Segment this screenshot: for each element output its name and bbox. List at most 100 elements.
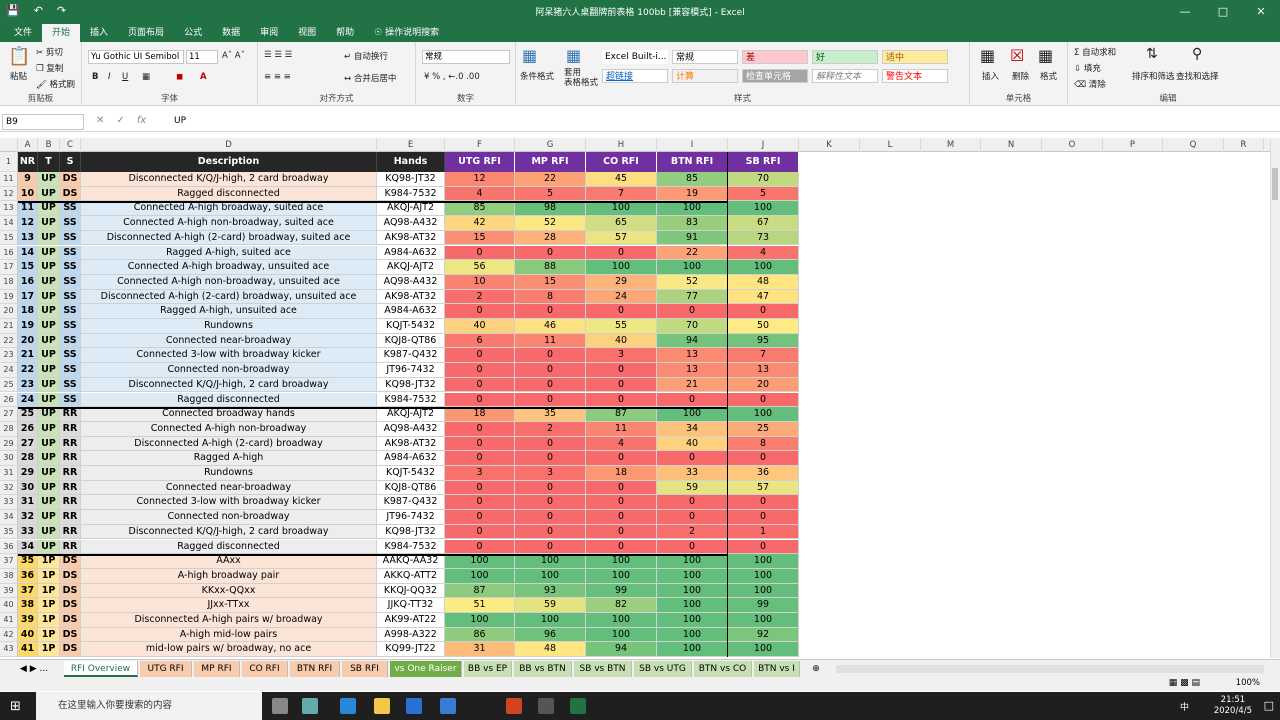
- font-name-select[interactable]: Yu Gothic UI Semibol: [88, 50, 184, 64]
- description-cell[interactable]: Disconnected A-high pairs w/ broadway: [81, 613, 377, 628]
- rfi-value-cell[interactable]: 100: [657, 598, 728, 613]
- hands-cell[interactable]: K984-7532: [377, 539, 445, 555]
- description-cell[interactable]: Disconnected A-high (2-card) broadway, s…: [81, 230, 377, 246]
- nr-cell[interactable]: 16: [18, 274, 38, 290]
- description-cell[interactable]: Connected A-high non-broadway: [81, 421, 377, 437]
- nr-cell[interactable]: 29: [18, 466, 38, 481]
- nr-cell[interactable]: 19: [18, 319, 38, 334]
- wrap-text-button[interactable]: ↵ 自动换行: [344, 50, 388, 62]
- type-cell[interactable]: UP: [38, 274, 60, 290]
- rfi-value-cell[interactable]: 0: [515, 451, 586, 466]
- suit-cell[interactable]: RR: [60, 539, 81, 555]
- row-header[interactable]: 41: [0, 613, 18, 628]
- rfi-value-cell[interactable]: 100: [657, 260, 728, 275]
- task-view-icon[interactable]: [272, 698, 288, 714]
- row-header[interactable]: 18: [0, 274, 18, 290]
- rfi-value-cell[interactable]: 85: [657, 172, 728, 187]
- windows-start-icon[interactable]: ⊞: [10, 699, 21, 714]
- hands-cell[interactable]: AK98-AT32: [377, 230, 445, 246]
- suit-cell[interactable]: SS: [60, 377, 81, 393]
- edge-icon[interactable]: [340, 698, 356, 714]
- rfi-value-cell[interactable]: 56: [445, 260, 515, 275]
- description-cell[interactable]: Connected A-high non-broadway, suited ac…: [81, 216, 377, 231]
- nr-cell[interactable]: 20: [18, 333, 38, 349]
- rfi-value-cell[interactable]: 100: [586, 554, 657, 569]
- delete-cells-button[interactable]: 删除: [1012, 70, 1029, 82]
- hands-cell[interactable]: AQ98-A432: [377, 274, 445, 290]
- rfi-value-cell[interactable]: 100: [657, 201, 728, 217]
- rfi-value-cell[interactable]: 2: [445, 289, 515, 305]
- type-cell[interactable]: UP: [38, 451, 60, 466]
- hands-cell[interactable]: JT96-7432: [377, 363, 445, 378]
- nr-cell[interactable]: 17: [18, 289, 38, 305]
- nr-cell[interactable]: 32: [18, 510, 38, 525]
- hands-cell[interactable]: AQ98-A432: [377, 421, 445, 437]
- style-4[interactable]: 适中: [882, 50, 948, 64]
- rfi-value-cell[interactable]: 100: [657, 554, 728, 569]
- rfi-value-cell[interactable]: 40: [445, 319, 515, 334]
- rfi-value-cell[interactable]: 10: [445, 274, 515, 290]
- rfi-value-cell[interactable]: 57: [586, 230, 657, 246]
- app2-icon[interactable]: [538, 698, 554, 714]
- type-cell[interactable]: 1P: [38, 554, 60, 569]
- sheet-tab-8[interactable]: BB vs BTN: [514, 661, 572, 677]
- hands-cell[interactable]: AK99-AT22: [377, 613, 445, 628]
- style-6[interactable]: 计算: [672, 69, 738, 83]
- rfi-value-cell[interactable]: 91: [657, 230, 728, 246]
- merge-center-button[interactable]: ↔ 合并后居中: [344, 72, 396, 84]
- rfi-value-cell[interactable]: 21: [657, 377, 728, 393]
- nr-cell[interactable]: 13: [18, 230, 38, 246]
- rfi-value-cell[interactable]: 100: [728, 568, 799, 584]
- rfi-value-cell[interactable]: 35: [515, 407, 586, 422]
- rfi-value-cell[interactable]: 100: [728, 201, 799, 217]
- rfi-value-cell[interactable]: 3: [515, 466, 586, 481]
- rfi-value-cell[interactable]: 99: [586, 583, 657, 599]
- sheet-tab-11[interactable]: BTN vs CO: [694, 661, 752, 677]
- align-left-icon[interactable]: ≡ ≡ ≡: [264, 72, 291, 82]
- type-cell[interactable]: 1P: [38, 613, 60, 628]
- rfi-value-cell[interactable]: 0: [445, 245, 515, 261]
- row-header[interactable]: 1: [0, 152, 18, 172]
- type-cell[interactable]: UP: [38, 407, 60, 422]
- rfi-value-cell[interactable]: 0: [445, 539, 515, 555]
- row-header[interactable]: 14: [0, 216, 18, 231]
- description-cell[interactable]: Connected 3-low with broadway kicker: [81, 348, 377, 364]
- sheet-tab-7[interactable]: BB vs EP: [464, 661, 512, 677]
- suit-cell[interactable]: SS: [60, 230, 81, 246]
- description-cell[interactable]: Connected non-broadway: [81, 363, 377, 378]
- vertical-scrollbar[interactable]: [1270, 138, 1280, 658]
- rfi-value-cell[interactable]: 1: [728, 524, 799, 540]
- suit-cell[interactable]: DS: [60, 186, 81, 202]
- type-cell[interactable]: UP: [38, 421, 60, 437]
- nr-cell[interactable]: 34: [18, 539, 38, 555]
- select-all-corner[interactable]: [0, 138, 18, 152]
- delete-cells-icon[interactable]: ☒: [1010, 46, 1024, 65]
- column-header-C[interactable]: C: [60, 138, 81, 152]
- rfi-value-cell[interactable]: 88: [515, 260, 586, 275]
- description-cell[interactable]: Connected A-high broadway, suited ace: [81, 201, 377, 217]
- rfi-value-cell[interactable]: 100: [657, 568, 728, 584]
- description-cell[interactable]: mid-low pairs w/ broadway, no ace: [81, 642, 377, 658]
- rfi-value-cell[interactable]: 40: [586, 333, 657, 349]
- suit-cell[interactable]: RR: [60, 480, 81, 496]
- rfi-value-cell[interactable]: 2: [657, 524, 728, 540]
- row-header[interactable]: 31: [0, 466, 18, 481]
- column-header-M[interactable]: M: [921, 138, 981, 152]
- tab-4[interactable]: 公式: [174, 24, 212, 42]
- format-cells-button[interactable]: 格式: [1040, 70, 1057, 82]
- suit-cell[interactable]: DS: [60, 642, 81, 658]
- suit-cell[interactable]: SS: [60, 260, 81, 275]
- column-header-B[interactable]: B: [38, 138, 60, 152]
- rfi-value-cell[interactable]: 5: [515, 186, 586, 202]
- rfi-value-cell[interactable]: 52: [657, 274, 728, 290]
- rfi-value-cell[interactable]: 31: [445, 642, 515, 658]
- column-header-F[interactable]: F: [445, 138, 515, 152]
- type-cell[interactable]: UP: [38, 319, 60, 334]
- rfi-value-cell[interactable]: 98: [515, 201, 586, 217]
- rfi-value-cell[interactable]: 77: [657, 289, 728, 305]
- scroll-thumb[interactable]: [1272, 168, 1278, 200]
- rfi-value-cell[interactable]: 0: [445, 451, 515, 466]
- suit-cell[interactable]: RR: [60, 524, 81, 540]
- align-top-icon[interactable]: ☰ ☰ ☰: [264, 50, 292, 60]
- type-cell[interactable]: UP: [38, 480, 60, 496]
